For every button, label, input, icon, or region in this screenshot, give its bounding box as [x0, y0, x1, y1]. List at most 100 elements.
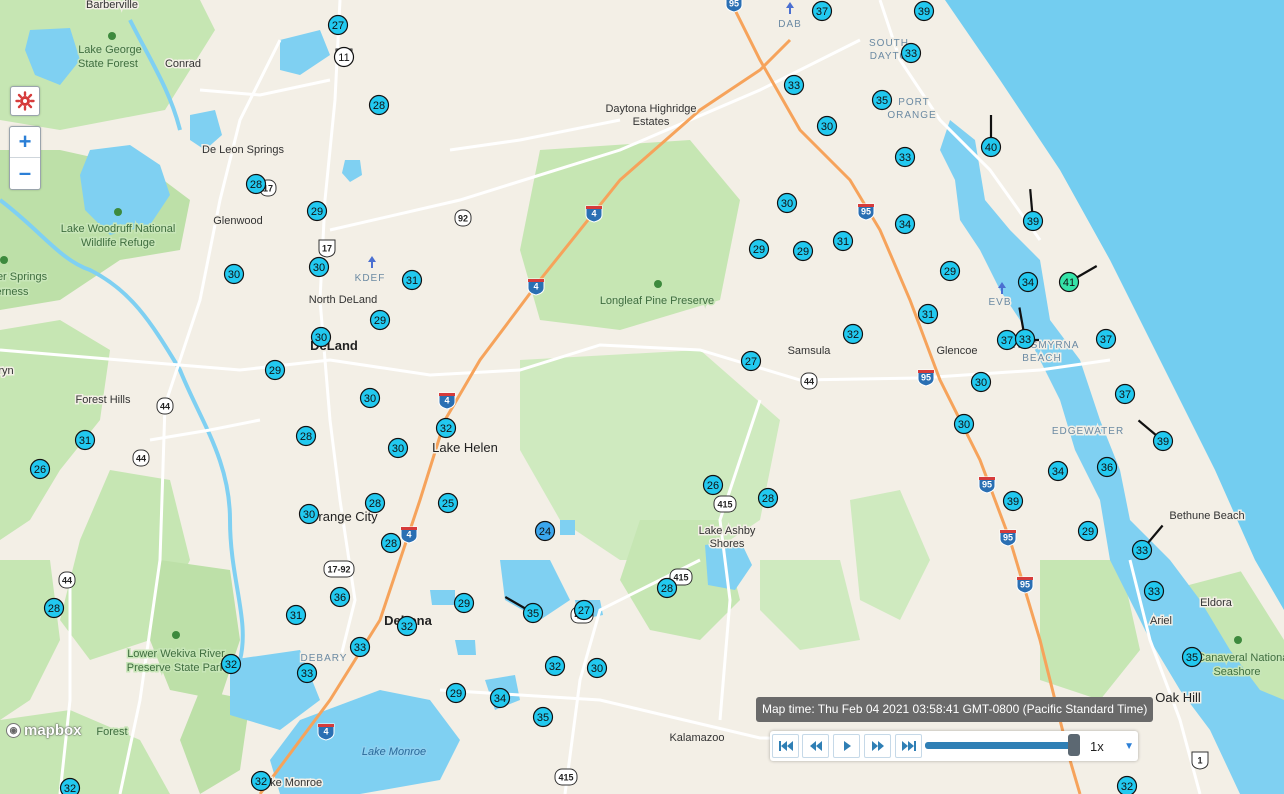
- map-canvas[interactable]: Barberville Lake George State Forest Conrad…: [0, 0, 1284, 794]
- weather-station-s58[interactable]: 31: [832, 230, 854, 252]
- weather-station-s18[interactable]: 30: [298, 503, 320, 525]
- weather-station-s49[interactable]: 35: [871, 89, 893, 111]
- weather-station-s23[interactable]: 28: [43, 597, 65, 619]
- weather-station-s14[interactable]: 30: [387, 437, 409, 459]
- weather-station-s25[interactable]: 36: [329, 586, 351, 608]
- weather-station-s37[interactable]: 35: [532, 706, 554, 728]
- weather-station-s26[interactable]: 29: [453, 592, 475, 614]
- route-shield-s92: 92: [454, 209, 472, 227]
- weather-station-s51[interactable]: 33: [894, 146, 916, 168]
- weather-station-s29[interactable]: 32: [396, 615, 418, 637]
- weather-station-s06[interactable]: 30: [223, 263, 245, 285]
- weather-station-s47[interactable]: 33: [900, 42, 922, 64]
- weather-station-s64[interactable]: 32: [842, 323, 864, 345]
- weather-station-s73[interactable]: 29: [1077, 520, 1099, 542]
- weather-station-s68[interactable]: 30: [953, 413, 975, 435]
- weather-station-s66[interactable]: 30: [970, 371, 992, 393]
- weather-station-s40[interactable]: 32: [250, 770, 272, 792]
- weather-station-s08[interactable]: 31: [401, 269, 423, 291]
- weather-station-s28[interactable]: 27: [573, 599, 595, 621]
- time-slider[interactable]: [925, 734, 1080, 756]
- rewind-button[interactable]: [802, 734, 829, 758]
- station-value: 30: [313, 262, 325, 274]
- weather-station-s22[interactable]: 24: [534, 520, 556, 542]
- weather-station-s42[interactable]: 28: [757, 487, 779, 509]
- weather-station-s19[interactable]: 28: [364, 492, 386, 514]
- weather-station-s36[interactable]: 30: [586, 657, 608, 679]
- weather-station-s15[interactable]: 32: [435, 417, 457, 439]
- station-value: 28: [661, 583, 673, 595]
- place-label-conrad: Conrad: [165, 58, 201, 70]
- station-value: 30: [228, 269, 240, 281]
- mapbox-logo[interactable]: ◉ mapbox: [6, 722, 82, 739]
- station-value: 24: [539, 526, 551, 538]
- weather-station-s20[interactable]: 25: [437, 492, 459, 514]
- weather-station-s67[interactable]: 37: [1114, 383, 1136, 405]
- weather-station-s59[interactable]: 29: [939, 260, 961, 282]
- weather-station-s01[interactable]: 27: [327, 14, 349, 36]
- weather-station-s57[interactable]: 29: [792, 240, 814, 262]
- weather-station-s05[interactable]: 29: [306, 200, 328, 222]
- weather-station-s21[interactable]: 28: [380, 532, 402, 554]
- weather-station-s60[interactable]: 34: [1017, 271, 1039, 293]
- weather-station-s44[interactable]: 27: [740, 350, 762, 372]
- weather-station-s04[interactable]: 28: [245, 173, 267, 195]
- weather-station-s38[interactable]: 32: [59, 777, 81, 794]
- weather-station-s50[interactable]: 30: [816, 115, 838, 137]
- settings-button[interactable]: [10, 86, 40, 116]
- skip-to-end-button[interactable]: [895, 734, 922, 758]
- place-label-oak-hill: Oak Hill: [1155, 690, 1201, 705]
- zoom-out-button[interactable]: –: [10, 157, 40, 188]
- shield-label: 4: [406, 530, 411, 540]
- weather-station-s02[interactable]: 11: [333, 46, 355, 68]
- weather-station-s09[interactable]: 30: [310, 326, 332, 348]
- weather-station-s24[interactable]: 31: [285, 604, 307, 626]
- weather-station-s10[interactable]: 29: [369, 309, 391, 331]
- weather-station-s12[interactable]: 30: [359, 387, 381, 409]
- station-value: 31: [837, 236, 849, 248]
- weather-station-s13[interactable]: 28: [295, 425, 317, 447]
- shield-label: 17: [322, 244, 332, 254]
- shield-label: 17-92: [327, 565, 350, 575]
- weather-station-s56[interactable]: 29: [748, 238, 770, 260]
- shield-label: 4: [444, 396, 449, 406]
- weather-station-s72[interactable]: 39: [1002, 490, 1024, 512]
- weather-station-s76[interactable]: 35: [1181, 646, 1203, 668]
- weather-station-s30[interactable]: 32: [220, 653, 242, 675]
- weather-station-s48[interactable]: 33: [783, 74, 805, 96]
- weather-station-s54[interactable]: 34: [894, 213, 916, 235]
- weather-station-s07[interactable]: 30: [308, 256, 330, 278]
- weather-station-s35[interactable]: 32: [544, 655, 566, 677]
- weather-station-s71[interactable]: 34: [1047, 460, 1069, 482]
- weather-station-s41[interactable]: 26: [702, 474, 724, 496]
- weather-station-s11[interactable]: 29: [264, 359, 286, 381]
- weather-station-s39[interactable]: 37: [811, 0, 833, 22]
- weather-station-s75[interactable]: 33: [1143, 580, 1165, 602]
- station-value: 28: [373, 100, 385, 112]
- station-value: 32: [549, 661, 561, 673]
- weather-station-s31[interactable]: 33: [296, 662, 318, 684]
- time-slider-thumb[interactable]: [1068, 734, 1080, 756]
- weather-station-s70[interactable]: 36: [1096, 456, 1118, 478]
- weather-station-s46[interactable]: 39: [913, 0, 935, 22]
- weather-station-s62[interactable]: 31: [917, 303, 939, 325]
- weather-station-s43[interactable]: 28: [656, 577, 678, 599]
- play-button[interactable]: [833, 734, 860, 758]
- weather-station-s34[interactable]: 34: [489, 687, 511, 709]
- weather-station-s53[interactable]: 30: [776, 192, 798, 214]
- weather-station-s65[interactable]: 37: [1095, 328, 1117, 350]
- fast-forward-button[interactable]: [864, 734, 891, 758]
- zoom-in-button[interactable]: +: [10, 127, 40, 157]
- weather-station-s77[interactable]: 32: [1116, 775, 1138, 794]
- shield-label: 95: [861, 207, 871, 217]
- speed-select[interactable]: 1x ▼: [1090, 735, 1134, 757]
- weather-station-s16[interactable]: 31: [74, 429, 96, 451]
- weather-station-s32[interactable]: 33: [349, 636, 371, 658]
- station-value: 28: [48, 603, 60, 615]
- weather-station-s33[interactable]: 29: [445, 682, 467, 704]
- skip-to-start-button[interactable]: [772, 734, 799, 758]
- weather-station-s03[interactable]: 28: [368, 94, 390, 116]
- route-shield-s44c: 44: [58, 571, 76, 589]
- shield-label: 4: [323, 727, 328, 737]
- weather-station-s17[interactable]: 26: [29, 458, 51, 480]
